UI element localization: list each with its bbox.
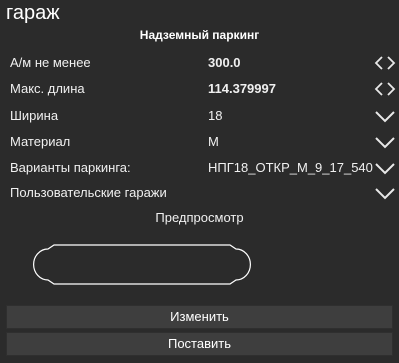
section-title: Надземный паркинг <box>139 28 260 42</box>
param-row-max-length: Макс. длина 114.379997 <box>0 77 399 101</box>
garage-preview-shape <box>33 244 251 285</box>
chevron-down-icon[interactable] <box>373 183 397 203</box>
param-label: Пользовательские гаражи <box>10 185 167 200</box>
chevron-down-icon[interactable] <box>373 132 397 152</box>
stepper-arrows-icon[interactable] <box>373 79 397 99</box>
modify-button[interactable]: Изменить <box>6 305 393 329</box>
place-button[interactable]: Поставить <box>6 332 393 356</box>
param-label: Ширина <box>10 108 59 123</box>
param-row-parking-variants[interactable]: Варианты паркинга: НПГ18_ОТКР_М_9_17_540 <box>0 156 399 180</box>
param-label: Макс. длина <box>10 81 85 96</box>
param-label: Материал <box>10 134 71 149</box>
chevron-down-icon[interactable] <box>373 158 397 178</box>
param-value[interactable]: НПГ18_ОТКР_М_9_17_540 <box>208 160 373 175</box>
param-row-material[interactable]: Материал М <box>0 130 399 154</box>
param-value[interactable]: М <box>208 134 219 149</box>
param-row-width[interactable]: Ширина 18 <box>0 104 399 128</box>
preview-label: Предпросмотр <box>155 210 244 225</box>
param-value[interactable]: 300.0 <box>208 55 241 70</box>
param-value[interactable]: 114.379997 <box>208 81 276 96</box>
param-value[interactable]: 18 <box>208 108 222 123</box>
param-label: Варианты паркинга: <box>10 160 131 175</box>
stepper-arrows-icon[interactable] <box>373 53 397 73</box>
chevron-down-icon[interactable] <box>373 106 397 126</box>
param-row-custom-garages[interactable]: Пользовательские гаражи <box>0 181 399 205</box>
param-label: А/м не менее <box>10 55 91 70</box>
param-row-min-cars: А/м не менее 300.0 <box>0 51 399 75</box>
window-title: гараж <box>6 2 60 24</box>
